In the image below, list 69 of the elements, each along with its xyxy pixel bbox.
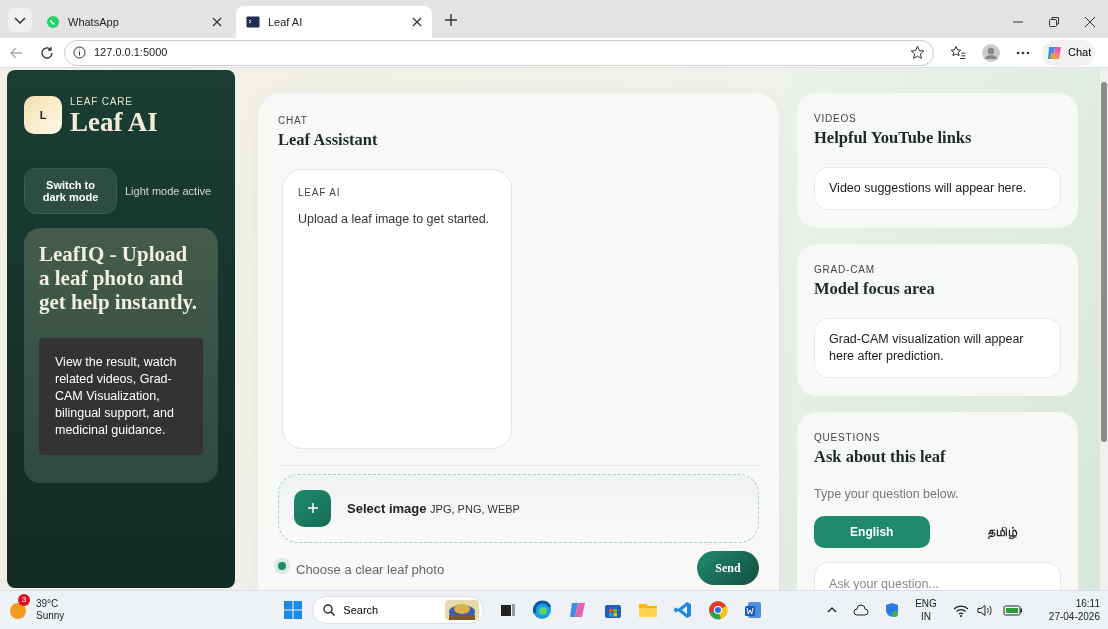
section-title: Helpful YouTube links: [814, 127, 973, 149]
language-toggle[interactable]: English: [814, 516, 930, 548]
send-button[interactable]: Send: [697, 550, 759, 585]
cloud-icon[interactable]: [853, 604, 870, 616]
more-icon[interactable]: [1016, 50, 1030, 55]
section-title: Leaf Assistant: [278, 129, 379, 151]
section-title: Ask about this leaf: [814, 445, 947, 468]
app-title: Leaf AI: [70, 109, 158, 136]
browser-tab[interactable]: WhatsApp: [36, 6, 232, 38]
notification-badge: 3: [18, 593, 30, 606]
section-title: Model focus area: [814, 277, 936, 300]
theme-toggle-button[interactable]: Switch to dark mode: [24, 168, 117, 214]
browser-tab[interactable]: Leaf AI: [236, 6, 432, 38]
reload-icon[interactable]: [40, 45, 54, 60]
upload-label: Select image JPG, PNG, WEBP: [347, 499, 520, 518]
start-icon[interactable]: [284, 601, 303, 619]
caret-icon: [14, 16, 26, 24]
code-editor-icon[interactable]: [674, 601, 693, 619]
chat-bubble-icon: [46, 15, 60, 29]
section-kicker: QUESTIONS: [814, 430, 882, 445]
input-language[interactable]: ENG IN: [915, 597, 937, 623]
favorites-icon[interactable]: [950, 45, 966, 60]
clock[interactable]: 16:11 27-04-2026: [1048, 597, 1100, 623]
brand-kicker: LEAF CARE: [70, 95, 134, 109]
image-upload-area[interactable]: Select image JPG, PNG, WEBP: [278, 473, 759, 543]
shield-icon[interactable]: [885, 602, 900, 618]
search-icon: [323, 604, 336, 616]
section-kicker: CHAT: [278, 114, 309, 128]
close-tab-icon[interactable]: [212, 17, 222, 27]
info-icon: [73, 46, 86, 59]
star-icon[interactable]: [910, 45, 925, 60]
message-text: Upload a leaf image to get started.: [298, 210, 491, 228]
language-toggle[interactable]: தமிழ்: [945, 516, 1061, 548]
hero-title: LeafIQ - Upload a leaf photo and get help instantly.: [39, 242, 199, 314]
status-dot-icon: [274, 557, 290, 574]
theme-status: Light mode active: [125, 183, 212, 199]
word-icon[interactable]: [744, 601, 763, 619]
scrollbar[interactable]: [1100, 68, 1108, 590]
tab-list-button[interactable]: [8, 8, 32, 32]
placeholder-message: Grad-CAM visualization will appear here after prediction.: [814, 317, 1061, 378]
chevron-up-icon[interactable]: [827, 606, 838, 614]
section-kicker: GRAD-CAM: [814, 262, 876, 277]
temperature: 39°C: [36, 597, 60, 610]
profile-icon[interactable]: [982, 43, 1000, 62]
section-kicker: VIDEOS: [814, 112, 858, 126]
question-hint: Type your question below.: [814, 486, 960, 504]
close-tab-icon[interactable]: [412, 17, 422, 27]
upload-status: Choose a clear leaf photo: [296, 561, 445, 579]
restore-icon[interactable]: [1048, 16, 1060, 28]
task-view-icon[interactable]: [500, 602, 517, 618]
feature-description: View the result, watch related videos, Grad-CAM Visualization, bilingual support, and medicinal guidance.: [39, 338, 203, 455]
copilot-chat-button[interactable]: Chat: [1042, 39, 1096, 66]
volume-icon[interactable]: [976, 603, 993, 617]
question-field[interactable]: Ask your question...: [814, 562, 1061, 590]
message-sender: LEAF AI: [298, 185, 342, 200]
taskbar-search[interactable]: Search: [312, 596, 485, 624]
add-image-button[interactable]: [294, 489, 331, 527]
weather-condition: Sunny: [36, 610, 65, 623]
placeholder-message: Video suggestions will appear here.: [814, 166, 1061, 210]
new-tab-button[interactable]: [444, 13, 458, 27]
browser-icon[interactable]: [532, 600, 553, 620]
wifi-icon[interactable]: [952, 603, 969, 617]
close-icon[interactable]: [1084, 16, 1096, 28]
weather-sun-icon[interactable]: [8, 600, 28, 620]
chrome-icon[interactable]: [708, 600, 729, 620]
app-logo: L: [24, 96, 62, 134]
plus-icon: [306, 502, 319, 515]
terminal-icon: [246, 15, 260, 29]
battery-icon[interactable]: [1002, 604, 1023, 616]
